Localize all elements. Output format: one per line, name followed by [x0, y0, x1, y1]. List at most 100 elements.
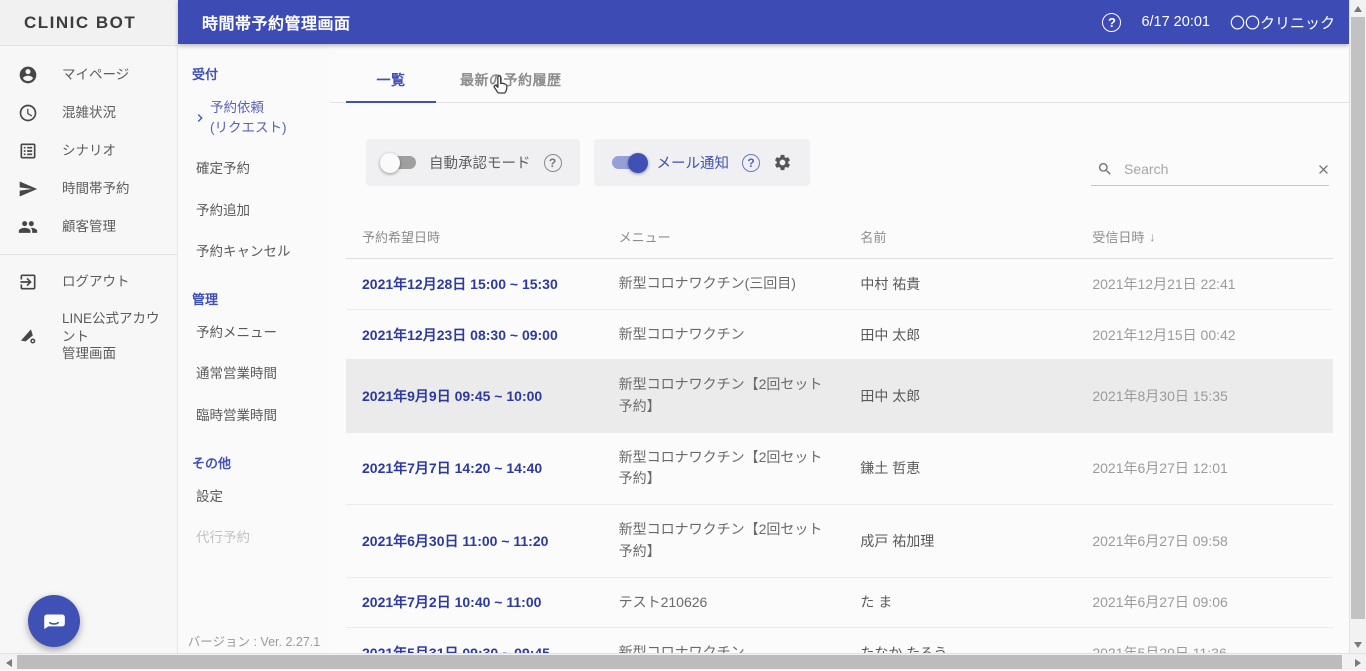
toolbar: 自動承認モード ? メール通知 ?: [366, 139, 1329, 186]
cell-date: 2021年7月2日 10:40 ~ 11:00: [346, 578, 603, 626]
app-logo: CLINIC BOT: [0, 0, 178, 46]
subnav-item[interactable]: 確定予約: [192, 148, 322, 190]
subnav-item: 代行予約: [192, 517, 322, 559]
auto-approve-toggle-group: 自動承認モード ?: [366, 139, 580, 186]
cell-received: 2021年6月27日 09:58: [1076, 517, 1333, 565]
scroll-down-arrow-icon[interactable]: [1349, 636, 1366, 653]
person-circle-icon: [18, 65, 38, 85]
cell-menu: 新型コロナワクチン【2回セット予約】: [603, 360, 845, 431]
help-icon[interactable]: ?: [1102, 13, 1121, 32]
search-icon: [1097, 161, 1113, 177]
cell-date: 2021年7月7日 14:20 ~ 14:40: [346, 444, 603, 492]
reservation-row[interactable]: 2021年7月7日 14:20 ~ 14:40新型コロナワクチン【2回セット予約…: [346, 433, 1333, 505]
vertical-scrollbar[interactable]: [1349, 0, 1366, 653]
cell-date: 2021年5月31日 09:30 ~ 09:45: [346, 629, 603, 653]
chevron-right-icon: [192, 110, 208, 126]
line-tool-icon: [18, 326, 38, 346]
subnav-item[interactable]: 臨時営業時間: [192, 395, 322, 437]
cell-name: 鎌土 哲恵: [844, 444, 1076, 492]
cell-name: 成戸 祐加理: [844, 517, 1076, 565]
sidebar-item-label: ログアウト: [62, 273, 130, 291]
sidebar-item-label: マイページ: [62, 66, 129, 84]
column-header[interactable]: 名前: [844, 227, 1076, 246]
sidebar-item-label: 混雑状況: [62, 104, 116, 122]
tab-latest-history[interactable]: 最新の予約履歴: [436, 58, 586, 102]
main-content: 一覧 最新の予約履歴 自動承認モード ? メール通知 ? 予約希望: [330, 44, 1349, 653]
cell-received: 2021年12月21日 22:41: [1076, 260, 1333, 308]
chat-fab-button[interactable]: [28, 595, 80, 647]
left-sidebar: マイページ混雑状況シナリオ時間帯予約顧客管理 ログアウト LINE公式アカウント管…: [0, 46, 178, 653]
send-icon: [18, 179, 38, 199]
column-header[interactable]: メニュー: [603, 227, 845, 246]
subnav-section-title: 管理: [192, 289, 322, 308]
reservation-row[interactable]: 2021年7月2日 10:40 ~ 11:00テスト210626た ま2021年…: [346, 578, 1333, 629]
sidebar-item[interactable]: 混雑状況: [0, 94, 177, 132]
sidebar-item[interactable]: ログアウト: [0, 263, 177, 301]
mail-notify-label: メール通知: [657, 152, 730, 173]
sidebar-item-label: シナリオ: [62, 142, 116, 160]
subnav-item[interactable]: 予約メニュー: [192, 312, 322, 354]
reservation-row[interactable]: 2021年12月23日 08:30 ~ 09:00新型コロナワクチン田中 太郎2…: [346, 310, 1333, 361]
mail-notify-help-icon[interactable]: ?: [742, 154, 760, 172]
auto-approve-switch[interactable]: [384, 156, 416, 169]
sidebar-item-label: 時間帯予約: [62, 180, 130, 198]
scenario-icon: [18, 141, 38, 161]
people-icon: [18, 217, 38, 237]
sidebar-item[interactable]: マイページ: [0, 56, 177, 94]
sidebar-divider: [0, 254, 177, 255]
cell-menu: 新型コロナワクチン【2回セット予約】: [603, 433, 845, 504]
subnav-item[interactable]: 設定: [192, 476, 322, 518]
vertical-scroll-thumb[interactable]: [1351, 17, 1365, 619]
subnav-section-title: 受付: [192, 64, 322, 83]
mail-settings-gear-icon[interactable]: [773, 153, 792, 172]
mail-notify-switch[interactable]: [612, 156, 644, 169]
subnav-item[interactable]: 予約キャンセル: [192, 231, 322, 273]
cell-received: 2021年8月30日 15:35: [1076, 372, 1333, 420]
sub-sidebar: 受付予約依頼(リクエスト)確定予約予約追加予約キャンセル管理予約メニュー通常営業…: [178, 44, 330, 653]
current-datetime: 6/17 20:01: [1141, 14, 1210, 30]
cell-menu: 新型コロナワクチン: [603, 628, 845, 653]
cell-name: 田中 太郎: [844, 311, 1076, 359]
cell-date: 2021年6月30日 11:00 ~ 11:20: [346, 517, 603, 565]
app-bar: 時間帯予約管理画面 ? 6/17 20:01 〇〇クリニック: [178, 0, 1349, 44]
clinic-name-menu[interactable]: 〇〇クリニック: [1230, 12, 1335, 33]
cell-name: たなか たろう: [844, 629, 1076, 653]
tab-list[interactable]: 一覧: [346, 58, 436, 102]
subnav-section-title: その他: [192, 453, 322, 472]
clock-icon: [18, 103, 38, 123]
cell-date: 2021年9月9日 09:45 ~ 10:00: [346, 372, 603, 420]
subnav-item[interactable]: 予約追加: [192, 190, 322, 232]
tab-bar: 一覧 最新の予約履歴: [330, 58, 1349, 103]
cell-menu: テスト210626: [603, 578, 845, 628]
horizontal-scrollbar[interactable]: [0, 653, 1366, 670]
subnav-item[interactable]: 通常営業時間: [192, 353, 322, 395]
horizontal-scroll-thumb[interactable]: [17, 655, 1342, 669]
reservation-row[interactable]: 2021年6月30日 11:00 ~ 11:20新型コロナワクチン【2回セット予…: [346, 505, 1333, 577]
reservation-row[interactable]: 2021年9月9日 09:45 ~ 10:00新型コロナワクチン【2回セット予約…: [346, 360, 1333, 432]
column-header[interactable]: 受信日時↓: [1076, 227, 1333, 246]
column-header[interactable]: 予約希望日時: [346, 227, 603, 246]
auto-approve-label: 自動承認モード: [429, 152, 531, 173]
logout-icon: [18, 272, 38, 292]
scroll-right-arrow-icon[interactable]: [1349, 654, 1366, 671]
cell-name: 中村 祐貴: [844, 260, 1076, 308]
search-input[interactable]: [1122, 160, 1307, 178]
mail-notify-toggle-group: メール通知 ?: [594, 139, 811, 186]
cell-date: 2021年12月28日 15:00 ~ 15:30: [346, 260, 603, 308]
reservation-row[interactable]: 2021年12月28日 15:00 ~ 15:30新型コロナワクチン(三回目)中…: [346, 259, 1333, 310]
cell-name: 田中 太郎: [844, 372, 1076, 420]
sidebar-item[interactable]: LINE公式アカウント管理画面: [0, 301, 177, 372]
reservation-row[interactable]: 2021年5月31日 09:30 ~ 09:45新型コロナワクチンたなか たろう…: [346, 628, 1333, 653]
sidebar-item[interactable]: 時間帯予約: [0, 170, 177, 208]
scroll-up-arrow-icon[interactable]: [1349, 0, 1366, 17]
sidebar-item[interactable]: 顧客管理: [0, 208, 177, 246]
subnav-item[interactable]: 予約依頼(リクエスト): [192, 87, 322, 148]
sidebar-item-label: 顧客管理: [62, 218, 116, 236]
cell-menu: 新型コロナワクチン(三回目): [603, 259, 845, 309]
sort-desc-arrow-icon: ↓: [1149, 230, 1155, 244]
scroll-left-arrow-icon[interactable]: [0, 654, 17, 671]
auto-approve-help-icon[interactable]: ?: [544, 154, 562, 172]
page-title: 時間帯予約管理画面: [202, 10, 351, 34]
search-clear-icon[interactable]: [1316, 162, 1331, 177]
sidebar-item[interactable]: シナリオ: [0, 132, 177, 170]
